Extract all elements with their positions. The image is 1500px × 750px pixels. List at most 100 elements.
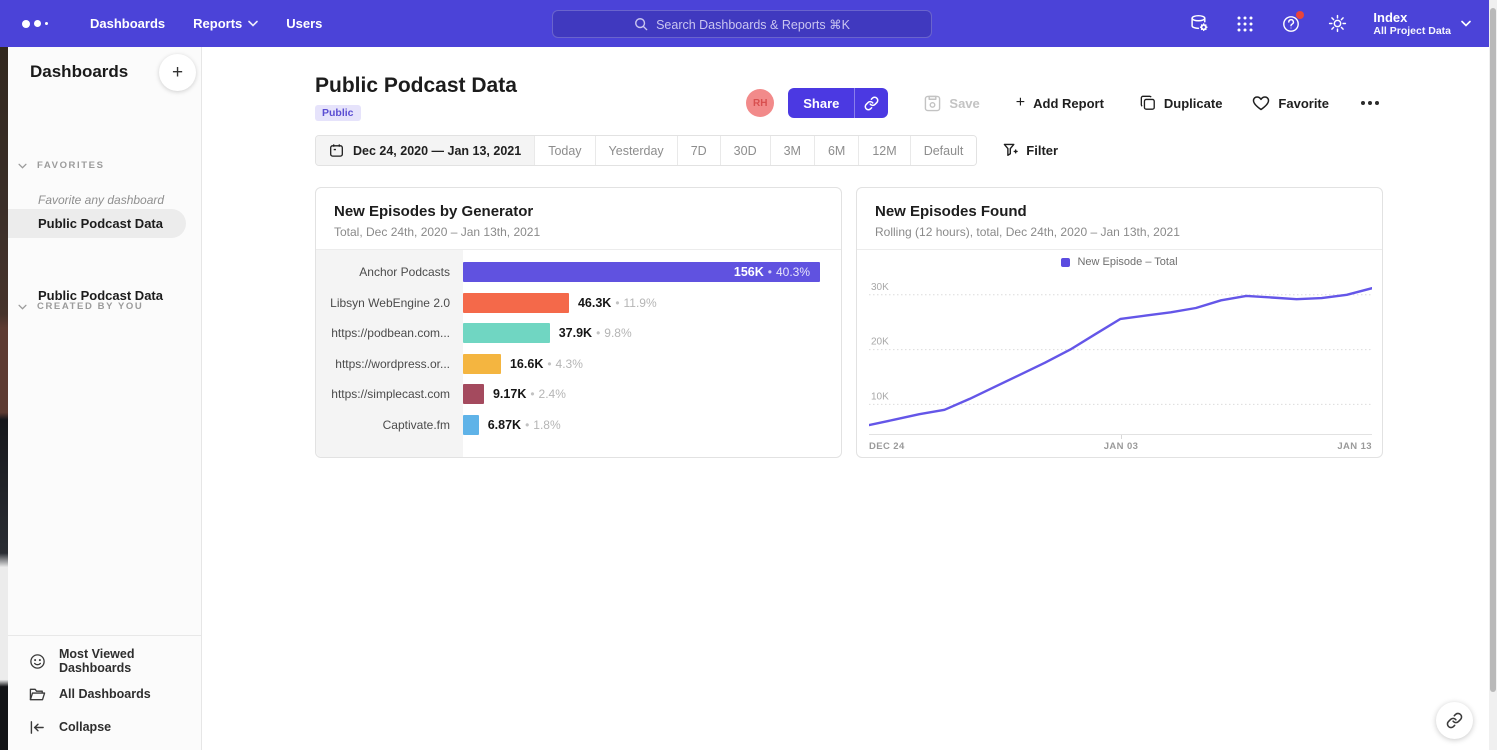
bar[interactable] xyxy=(463,415,479,435)
card-header: New Episodes Found Rolling (12 hours), t… xyxy=(857,188,1382,250)
top-nav: Dashboards Reports Users Search Dashboar… xyxy=(0,0,1489,47)
share-split-button: Share xyxy=(788,88,888,118)
bar[interactable] xyxy=(463,384,484,404)
new-dashboard-button[interactable]: + xyxy=(159,54,196,91)
date-controls: Dec 24, 2020 — Jan 13, 2021 Today Yester… xyxy=(315,135,1058,166)
project-name: Index xyxy=(1373,10,1451,25)
smiley-icon xyxy=(29,653,46,670)
background-window-sliver xyxy=(0,47,8,750)
chevron-down-icon xyxy=(248,20,258,27)
all-dashboards-button[interactable]: All Dashboards xyxy=(8,683,201,705)
preset-today[interactable]: Today xyxy=(534,136,594,165)
bar-row[interactable]: Libsyn WebEngine 2.0 46.3K•11.9% xyxy=(316,288,841,319)
chart-legend[interactable]: New Episode – Total xyxy=(869,250,1370,274)
folder-icon xyxy=(29,686,46,703)
chevron-down-icon xyxy=(18,163,27,169)
page-title: Public Podcast Data xyxy=(315,74,517,98)
card-title: New Episodes Found xyxy=(875,203,1364,220)
heart-icon xyxy=(1252,95,1270,111)
floating-share-link-button[interactable] xyxy=(1436,702,1473,739)
favorites-empty-note: Favorite any dashboard xyxy=(38,193,164,207)
search-icon xyxy=(634,17,648,31)
nav-right-cluster: Index All Project Data xyxy=(1189,0,1471,47)
scrollbar-thumb[interactable] xyxy=(1490,8,1496,692)
y-tick-label: 30K xyxy=(871,282,889,293)
y-tick-label: 20K xyxy=(871,337,889,348)
bar-row[interactable]: Captivate.fm 6.87K•1.8% xyxy=(316,410,841,441)
help-icon[interactable] xyxy=(1281,14,1301,34)
legend-label: New Episode – Total xyxy=(1077,256,1177,268)
project-scope: All Project Data xyxy=(1373,25,1451,37)
sidebar-item-recent-dashboard[interactable]: Public Podcast Data xyxy=(8,209,186,238)
save-icon xyxy=(924,95,941,112)
global-search-input[interactable]: Search Dashboards & Reports ⌘K xyxy=(552,10,932,38)
card-subtitle: Rolling (12 hours), total, Dec 24th, 202… xyxy=(875,225,1364,239)
bar-row[interactable]: Anchor Podcasts 156K•40.3% xyxy=(316,257,841,288)
filter-button[interactable]: Filter xyxy=(1003,143,1058,158)
preset-30d[interactable]: 30D xyxy=(720,136,770,165)
date-range-segmented-control: Dec 24, 2020 — Jan 13, 2021 Today Yester… xyxy=(315,135,977,166)
sidebar-title: Dashboards xyxy=(30,62,128,82)
card-new-episodes-found: New Episodes Found Rolling (12 hours), t… xyxy=(856,187,1383,458)
page-scrollbar[interactable] xyxy=(1489,0,1497,750)
nav-reports[interactable]: Reports xyxy=(193,16,258,31)
calendar-icon xyxy=(329,143,344,158)
card-subtitle: Total, Dec 24th, 2020 – Jan 13th, 2021 xyxy=(334,225,823,239)
visibility-badge: Public xyxy=(315,105,361,121)
sidebar: Dashboards + FAVORITES Favorite any dash… xyxy=(8,47,202,750)
duplicate-button[interactable]: Duplicate xyxy=(1140,95,1223,111)
bar[interactable] xyxy=(463,323,550,343)
data-sources-icon[interactable] xyxy=(1189,14,1209,34)
collapse-sidebar-button[interactable]: Collapse xyxy=(8,716,201,738)
copy-share-link-button[interactable] xyxy=(854,88,888,118)
card-header: New Episodes by Generator Total, Dec 24t… xyxy=(316,188,841,250)
section-favorites[interactable]: FAVORITES xyxy=(18,160,105,171)
x-tick-label: JAN 03 xyxy=(1104,441,1139,452)
bar-row[interactable]: https://podbean.com... 37.9K•9.8% xyxy=(316,318,841,349)
most-viewed-dashboards-button[interactable]: Most Viewed Dashboards xyxy=(8,650,201,672)
avatar[interactable]: RH xyxy=(746,89,774,117)
share-button[interactable]: Share xyxy=(788,88,854,118)
favorite-button[interactable]: Favorite xyxy=(1252,95,1329,111)
preset-12m[interactable]: 12M xyxy=(858,136,909,165)
collapse-left-icon xyxy=(29,720,46,735)
preset-yesterday[interactable]: Yesterday xyxy=(595,136,677,165)
y-tick-label: 10K xyxy=(871,391,889,402)
preset-3m[interactable]: 3M xyxy=(770,136,814,165)
preset-default[interactable]: Default xyxy=(910,136,977,165)
header-actions: RH Share Save + Add Report xyxy=(746,88,1383,118)
nav-dashboards[interactable]: Dashboards xyxy=(90,16,165,31)
line-series xyxy=(869,288,1372,425)
preset-6m[interactable]: 6M xyxy=(814,136,858,165)
x-tick-label: JAN 13 xyxy=(1337,441,1372,452)
card-title: New Episodes by Generator xyxy=(334,203,823,220)
date-range-picker[interactable]: Dec 24, 2020 — Jan 13, 2021 xyxy=(316,136,534,165)
filter-funnel-icon xyxy=(1003,143,1018,158)
settings-gear-icon[interactable] xyxy=(1327,14,1347,34)
plus-icon: + xyxy=(1016,94,1025,112)
bar-row[interactable]: https://simplecast.com 9.17K•2.4% xyxy=(316,379,841,410)
x-axis-labels: DEC 24 JAN 03 JAN 13 xyxy=(869,435,1372,452)
notification-badge xyxy=(1296,11,1304,19)
add-report-button[interactable]: + Add Report xyxy=(1016,94,1104,112)
apps-grid-icon[interactable] xyxy=(1235,14,1255,34)
save-button[interactable]: Save xyxy=(924,95,979,112)
link-icon xyxy=(1446,712,1463,729)
card-new-episodes-by-generator: New Episodes by Generator Total, Dec 24t… xyxy=(315,187,842,458)
duplicate-icon xyxy=(1140,95,1156,111)
bar-chart: Anchor Podcasts 156K•40.3% Libsyn WebEng… xyxy=(316,250,841,457)
bar-row[interactable]: https://wordpress.or... 16.6K•4.3% xyxy=(316,349,841,380)
preset-7d[interactable]: 7D xyxy=(677,136,720,165)
sidebar-item-created-dashboard[interactable]: Public Podcast Data xyxy=(8,281,186,310)
project-switcher[interactable]: Index All Project Data xyxy=(1373,10,1471,37)
bar[interactable] xyxy=(463,293,569,313)
more-options-button[interactable] xyxy=(1357,97,1383,109)
nav-users[interactable]: Users xyxy=(286,16,322,31)
app-logo-icon[interactable] xyxy=(22,20,62,28)
legend-swatch xyxy=(1061,258,1070,267)
sidebar-footer: Most Viewed Dashboards All Dashboards Co… xyxy=(8,635,201,750)
plot-area[interactable]: 10K 20K 30K xyxy=(869,274,1372,435)
app-window: Dashboards Reports Users Search Dashboar… xyxy=(0,0,1500,750)
main-content: Public Podcast Data Public RH Share Save xyxy=(202,47,1489,750)
bar[interactable] xyxy=(463,354,501,374)
